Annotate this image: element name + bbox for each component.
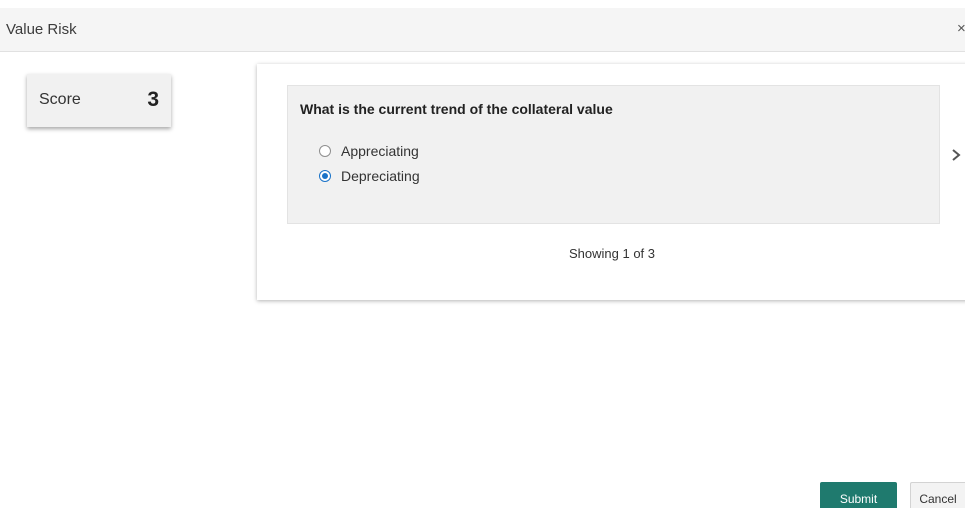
- option-label: Appreciating: [341, 143, 419, 159]
- option-label: Depreciating: [341, 168, 420, 184]
- question-text: What is the current trend of the collate…: [300, 101, 613, 117]
- close-icon[interactable]: ×: [957, 20, 965, 38]
- option-depreciating[interactable]: Depreciating: [319, 168, 420, 184]
- score-card: Score 3: [27, 74, 171, 127]
- radio-depreciating[interactable]: [319, 170, 331, 182]
- radio-appreciating[interactable]: [319, 145, 331, 157]
- question-box: What is the current trend of the collate…: [287, 85, 940, 224]
- cancel-button[interactable]: Cancel: [910, 482, 965, 508]
- paging-status: Showing 1 of 3: [569, 246, 656, 261]
- chevron-right-icon[interactable]: [950, 144, 964, 166]
- score-label: Score: [39, 91, 81, 108]
- option-appreciating[interactable]: Appreciating: [319, 143, 419, 159]
- question-panel: What is the current trend of the collate…: [257, 64, 965, 300]
- dialog-title: Value Risk: [6, 21, 77, 38]
- submit-button[interactable]: Submit: [820, 482, 897, 508]
- score-value: 3: [147, 88, 159, 111]
- dialog-header: Value Risk ×: [0, 8, 965, 52]
